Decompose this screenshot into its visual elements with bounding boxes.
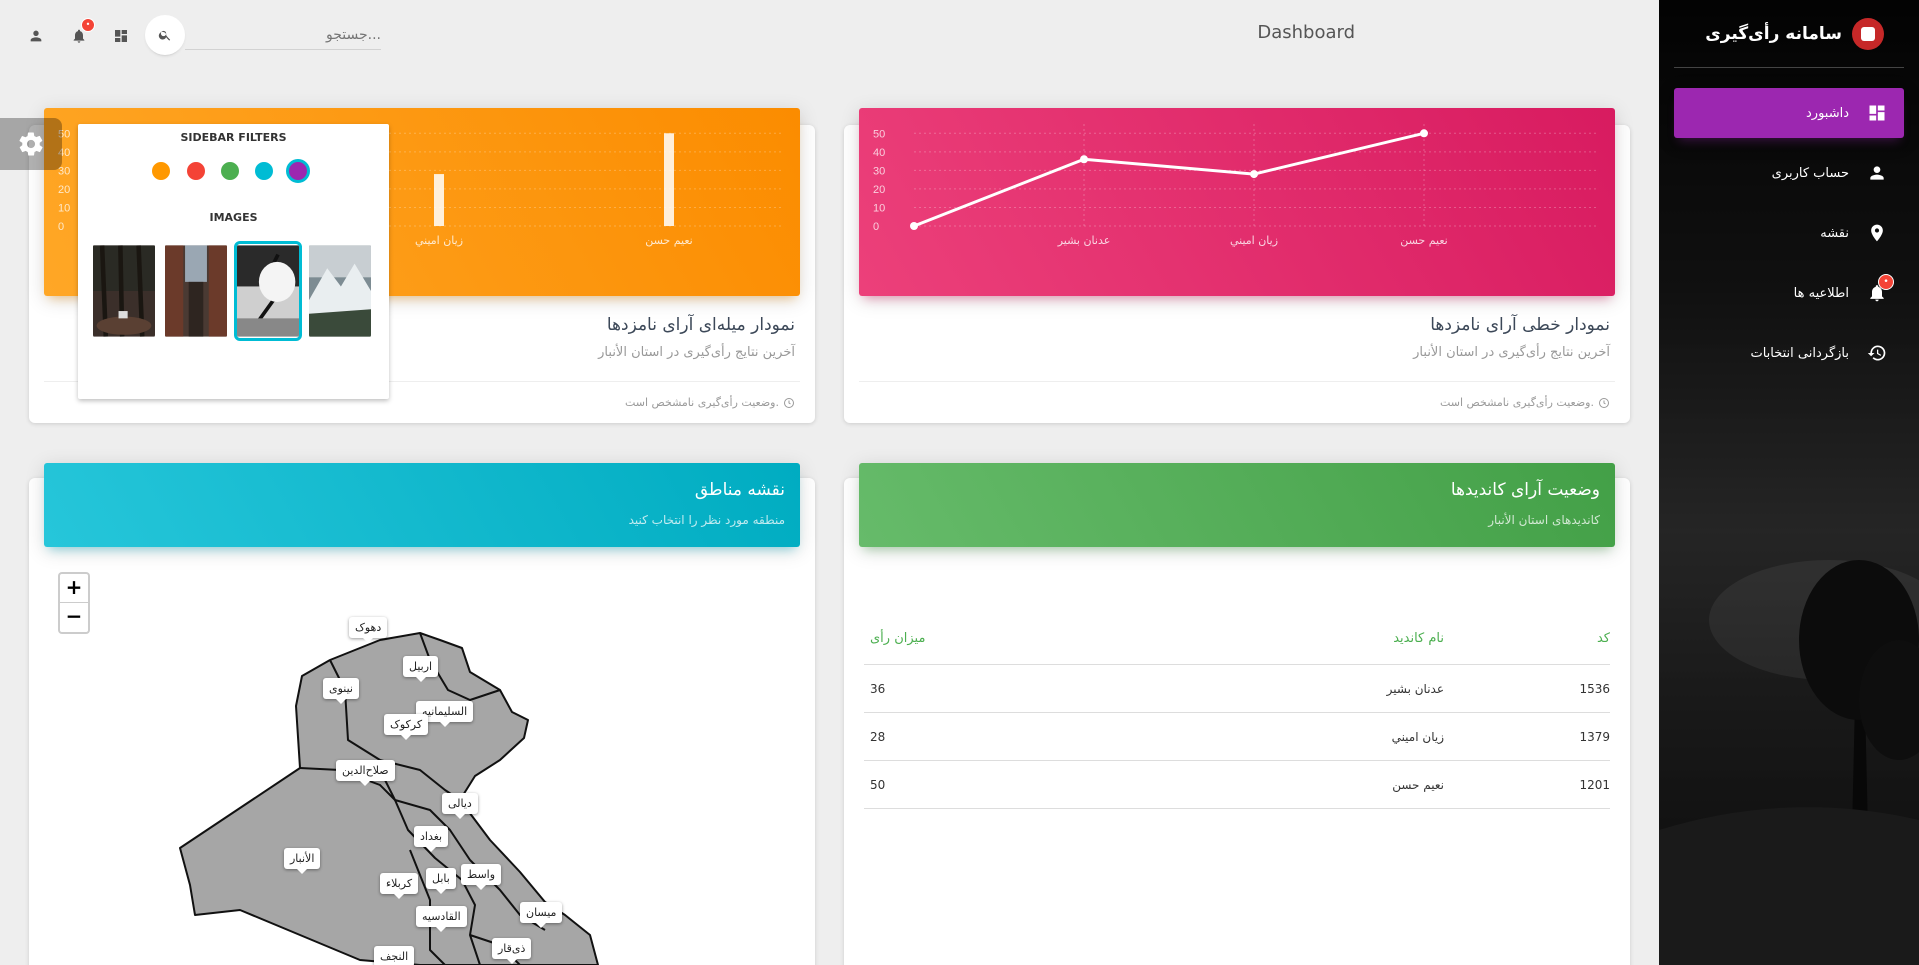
map-label-maysan[interactable]: میسان — [520, 902, 563, 928]
map-label-diyala[interactable]: دیالی — [442, 793, 478, 819]
settings-toggle-button[interactable] — [0, 118, 62, 170]
map-label-erbil[interactable]: اربیل — [403, 656, 439, 682]
map-label-kirkuk[interactable]: کرکوک — [384, 714, 429, 740]
map-label-baghdad[interactable]: بغداد — [414, 826, 449, 852]
map-label-babil[interactable]: بابل — [426, 868, 456, 894]
map-label-duhok[interactable]: دهوک — [349, 617, 388, 643]
sidebar-filters-heading: SIDEBAR FILTERS — [180, 131, 287, 144]
zoom-in-button[interactable]: + — [60, 574, 88, 603]
zoom-out-button[interactable]: − — [60, 603, 88, 632]
map-label-dhiqar[interactable]: ذی‌قار — [492, 938, 532, 964]
map-label-nineveh[interactable]: نینوی — [323, 678, 359, 704]
color-swatch-orange[interactable] — [149, 159, 173, 183]
color-swatch-cyan[interactable] — [252, 159, 276, 183]
sidebar-image-city[interactable] — [162, 241, 230, 341]
map-label-qadisiyyah[interactable]: القادسیه — [416, 906, 467, 932]
images-heading: IMAGES — [209, 211, 258, 224]
color-swatch-green[interactable] — [218, 159, 242, 183]
sidebar-image-bw-tree[interactable] — [234, 241, 302, 341]
sidebar-image-mountains[interactable] — [306, 241, 374, 341]
color-swatch-red[interactable] — [184, 159, 208, 183]
map-label-salahaddin[interactable]: صلاح‌الدین — [336, 760, 395, 786]
map-zoom-control: + − — [58, 572, 90, 634]
gear-icon — [19, 132, 43, 156]
map-label-karbala[interactable]: کربلاء — [380, 873, 419, 899]
map-label-najaf[interactable]: النجف — [374, 946, 415, 965]
map-label-anbar[interactable]: الأنبار — [284, 848, 321, 874]
sidebar-image-forest[interactable] — [90, 241, 158, 341]
settings-panel: SIDEBAR FILTERS IMAGES — [78, 124, 389, 399]
color-swatch-purple[interactable] — [286, 159, 310, 183]
map-label-wasit[interactable]: واسط — [461, 864, 502, 890]
